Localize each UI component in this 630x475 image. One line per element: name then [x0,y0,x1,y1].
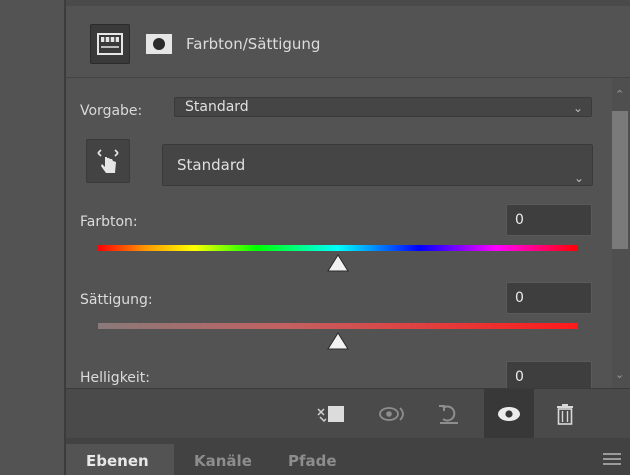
hue-value-input[interactable]: 0 [506,204,592,236]
view-previous-state-button[interactable] [378,401,408,427]
chevron-down-icon: ⌄ [573,171,584,185]
properties-panel: Farbton/Sättigung Vorgabe: Standard ⌄ St… [66,6,630,475]
scrollbar-thumb[interactable] [612,111,628,249]
reset-icon [439,405,458,424]
panel-title: Farbton/Sättigung [186,35,321,53]
toggle-visibility-button[interactable] [484,389,534,439]
hue-slider-thumb[interactable] [327,254,349,272]
hue-saturation-icon [97,33,123,55]
properties-content: Vorgabe: Standard ⌄ Standard ⌄ Farbton: … [66,78,612,388]
properties-header: Farbton/Sättigung [66,6,630,78]
hue-label: Farbton: [80,214,138,230]
mask-icon [146,34,172,54]
tab-ebenen[interactable]: Ebenen [86,452,149,470]
adjustment-thumbnail[interactable] [90,24,130,64]
hue-slider-track[interactable] [98,245,578,251]
delete-button[interactable] [550,401,580,427]
hand-target-icon [97,149,119,173]
clip-to-layer-button[interactable] [316,401,346,427]
channel-select[interactable]: Standard ⌄ [162,144,593,186]
saturation-value-input[interactable]: 0 [506,282,592,314]
lightness-value-input[interactable]: 0 [506,361,592,388]
tab-pfade[interactable]: Pfade [288,452,337,470]
lightness-label: Helligkeit: [80,370,151,386]
clip-to-layer-icon [317,406,344,423]
scroll-up-icon[interactable]: ⌃ [615,88,624,101]
saturation-slider-thumb[interactable] [327,332,349,350]
visibility-eye-icon [498,407,520,421]
layer-mask-thumbnail[interactable] [146,33,172,55]
saturation-slider-track[interactable] [98,323,578,329]
targeted-adjustment-tool-button[interactable] [86,139,130,183]
preset-value: Standard [185,99,249,115]
saturation-label: Sättigung: [80,292,153,308]
layers-tab-bar: Ebenen Kanäle Pfade [66,438,630,475]
tab-kanaele[interactable]: Kanäle [194,452,252,470]
reset-button[interactable] [434,401,464,427]
scroll-down-icon[interactable]: ⌄ [615,368,624,381]
channel-value: Standard [177,156,246,174]
trash-icon [557,404,573,425]
properties-toolbar [66,388,630,439]
chevron-down-icon: ⌄ [572,101,583,115]
left-panel-column [0,0,64,475]
preset-select[interactable]: Standard ⌄ [174,97,592,117]
view-previous-state-icon [379,407,404,421]
preset-label: Vorgabe: [80,103,143,119]
panel-menu-icon[interactable] [603,452,621,466]
